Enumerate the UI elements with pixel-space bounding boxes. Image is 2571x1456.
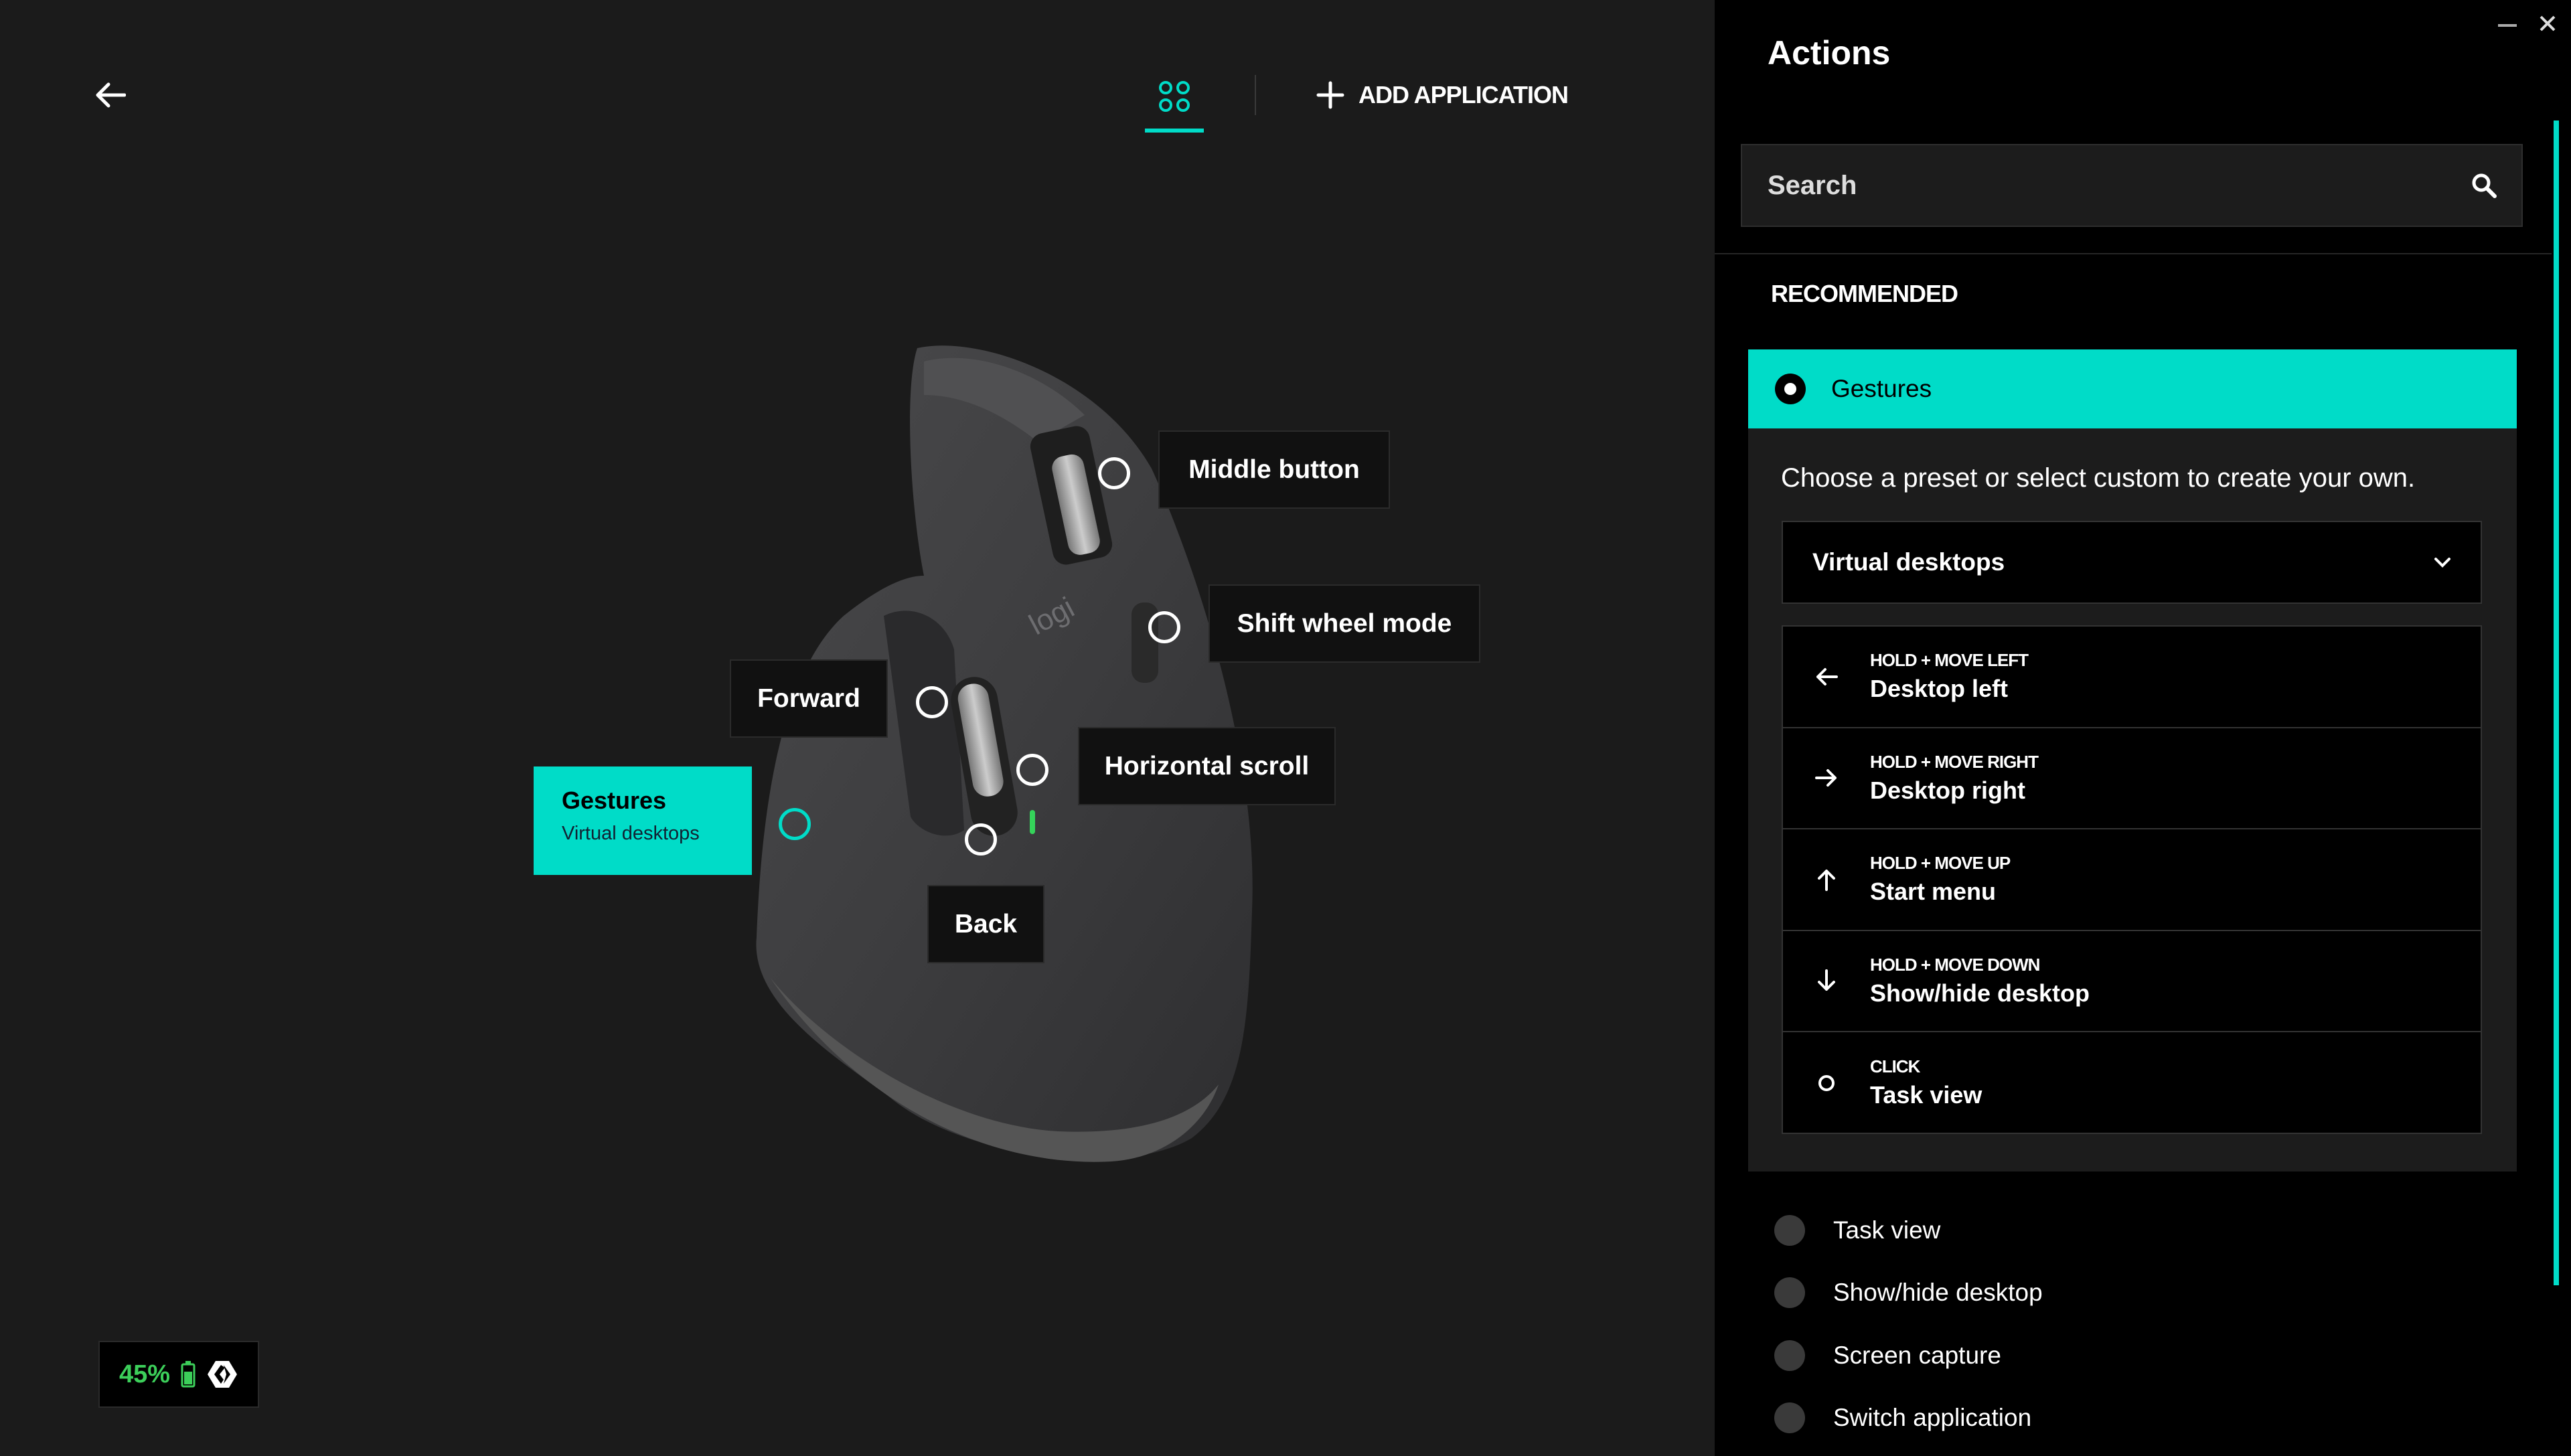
search-box[interactable] <box>1741 144 2523 227</box>
panel-title: Actions <box>1768 34 1891 72</box>
action-show-hide-desktop[interactable]: Show/hide desktop <box>1774 1277 2043 1308</box>
battery-status[interactable]: 45% <box>98 1341 259 1408</box>
preset-action-caption: HOLD + MOVE RIGHT <box>1870 751 2039 772</box>
radio-unselected[interactable] <box>1774 1402 1805 1433</box>
circle-icon <box>1818 1074 1835 1091</box>
gestures-action-selected[interactable]: Gestures <box>1748 349 2517 428</box>
preset-dropdown[interactable]: Virtual desktops <box>1782 521 2482 604</box>
action-task-view[interactable]: Task view <box>1774 1215 1940 1246</box>
grid-icon <box>1159 81 1190 112</box>
minimize-icon <box>2498 24 2517 27</box>
minimize-button[interactable] <box>2491 12 2524 39</box>
back-button[interactable] <box>90 75 131 115</box>
preset-action-name: Start menu <box>1870 878 1997 906</box>
horizontal-scroll-hotspot[interactable] <box>1016 754 1048 786</box>
active-tab-indicator <box>1145 129 1204 133</box>
arrow-up-icon <box>1818 869 1835 891</box>
battery-icon <box>181 1361 196 1388</box>
shift-wheel-mode-callout[interactable]: Shift wheel mode <box>1209 584 1480 663</box>
battery-percent: 45% <box>119 1360 171 1388</box>
device-buttons-tab[interactable] <box>1145 72 1204 133</box>
device-view: ADD APPLICATION logi Middle button Shift… <box>0 0 1715 1456</box>
search-icon[interactable] <box>2471 172 2497 199</box>
preset-description: Choose a preset or select custom to crea… <box>1781 463 2416 493</box>
preset-action-start-menu[interactable]: HOLD + MOVE UP Start menu <box>1783 829 2481 931</box>
gestures-callout[interactable]: Gestures Virtual desktops <box>534 766 752 875</box>
close-button[interactable] <box>2531 7 2564 40</box>
action-switch-application[interactable]: Switch application <box>1774 1402 2031 1433</box>
action-label: Screen capture <box>1833 1342 2001 1369</box>
forward-hotspot[interactable] <box>916 686 948 718</box>
search-input[interactable] <box>1766 169 2471 201</box>
middle-button-hotspot[interactable] <box>1098 457 1130 489</box>
back-hotspot[interactable] <box>965 823 997 856</box>
action-screen-capture[interactable]: Screen capture <box>1774 1340 2001 1371</box>
scrollbar-thumb[interactable] <box>2554 120 2559 1285</box>
preset-action-list: HOLD + MOVE LEFT Desktop left HOLD + MOV… <box>1782 625 2482 1134</box>
divider <box>1715 253 2552 254</box>
preset-action-name: Desktop right <box>1870 776 2026 804</box>
gestures-hotspot[interactable] <box>779 808 811 840</box>
preset-action-caption: HOLD + MOVE DOWN <box>1870 954 2040 975</box>
divider <box>1255 75 1256 115</box>
radio-unselected[interactable] <box>1774 1215 1805 1246</box>
radio-unselected[interactable] <box>1774 1340 1805 1371</box>
add-application-label: ADD APPLICATION <box>1358 81 1569 108</box>
preset-action-name: Show/hide desktop <box>1870 979 2090 1007</box>
preset-action-name: Task view <box>1870 1081 1982 1109</box>
logi-bolt-icon <box>208 1361 238 1388</box>
preset-action-caption: CLICK <box>1870 1056 1920 1077</box>
preset-action-desktop-left[interactable]: HOLD + MOVE LEFT Desktop left <box>1783 627 2481 728</box>
preset-action-caption: HOLD + MOVE UP <box>1870 853 2011 874</box>
preset-action-task-view[interactable]: CLICK Task view <box>1783 1032 2481 1134</box>
action-label: Switch application <box>1833 1404 2032 1431</box>
horizontal-scroll-callout[interactable]: Horizontal scroll <box>1078 727 1336 805</box>
action-label: Show/hide desktop <box>1833 1279 2043 1306</box>
preset-dropdown-value: Virtual desktops <box>1812 548 2005 576</box>
preset-action-caption: HOLD + MOVE LEFT <box>1870 650 2029 671</box>
preset-action-show-hide-desktop[interactable]: HOLD + MOVE DOWN Show/hide desktop <box>1783 931 2481 1032</box>
shift-wheel-mode-hotspot[interactable] <box>1148 611 1180 643</box>
gestures-callout-subtitle: Virtual desktops <box>562 823 700 844</box>
radio-unselected[interactable] <box>1774 1277 1805 1308</box>
add-application-button[interactable]: ADD APPLICATION <box>1316 75 1569 115</box>
arrow-left-icon <box>1816 667 1838 685</box>
middle-button-callout[interactable]: Middle button <box>1158 430 1390 509</box>
action-label: Task view <box>1833 1216 1941 1244</box>
arrow-down-icon <box>1818 969 1835 991</box>
gestures-callout-title: Gestures <box>562 787 667 814</box>
preset-action-desktop-right[interactable]: HOLD + MOVE RIGHT Desktop right <box>1783 728 2481 829</box>
preset-action-name: Desktop left <box>1870 675 2009 703</box>
gestures-action-label: Gestures <box>1831 375 1932 402</box>
chevron-down-icon <box>2434 558 2450 568</box>
arrow-right-icon <box>1815 769 1837 787</box>
plus-icon <box>1316 81 1344 109</box>
back-callout[interactable]: Back <box>927 885 1044 963</box>
close-icon <box>2540 15 2556 31</box>
arrow-left-icon <box>96 82 126 108</box>
forward-callout[interactable]: Forward <box>730 659 888 738</box>
radio-selected[interactable] <box>1775 374 1806 404</box>
recommended-heading: RECOMMENDED <box>1771 280 1958 307</box>
